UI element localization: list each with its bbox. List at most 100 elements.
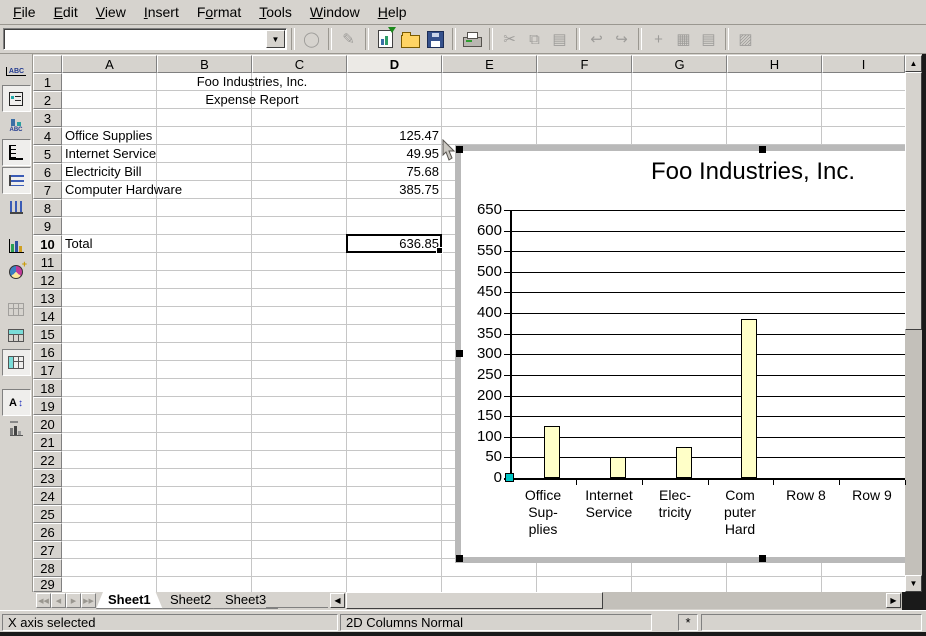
row-header-4[interactable]: 4 xyxy=(33,127,62,145)
x-axis-category-label[interactable]: InternetService xyxy=(576,487,642,521)
column-header-A[interactable]: A xyxy=(62,55,157,73)
cell-A6[interactable]: Electricity Bill xyxy=(62,163,157,181)
chart-x-axis[interactable] xyxy=(504,478,905,480)
x-axis-selection-handle[interactable] xyxy=(505,473,514,482)
first-sheet-button[interactable]: ◀◀ xyxy=(36,593,51,608)
prev-sheet-button[interactable]: ◀ xyxy=(51,593,66,608)
row-header-25[interactable]: 25 xyxy=(33,505,62,523)
chart-frame-bottom[interactable] xyxy=(455,557,905,563)
cell-A10[interactable]: Total xyxy=(62,235,157,253)
cell-D5[interactable]: 49.95 xyxy=(347,145,442,163)
x-axis-category-label[interactable]: Row 8 xyxy=(773,487,839,504)
vertical-scrollbar[interactable]: ▲ ▼ xyxy=(905,55,922,592)
open-icon[interactable] xyxy=(398,27,423,51)
row-header-12[interactable]: 12 xyxy=(33,271,62,289)
horizontal-scrollbar[interactable] xyxy=(346,592,919,609)
row-header-13[interactable]: 13 xyxy=(33,289,62,307)
column-header-B[interactable]: B xyxy=(157,55,252,73)
chart-frame-top[interactable] xyxy=(455,145,905,151)
data-in-columns-icon[interactable] xyxy=(2,349,31,376)
menu-item-file[interactable]: File xyxy=(4,2,45,22)
chart-handle-left-middle[interactable] xyxy=(456,350,463,357)
column-header-I[interactable]: I xyxy=(822,55,905,73)
cell-D7[interactable]: 385.75 xyxy=(347,181,442,199)
row-header-3[interactable]: 3 xyxy=(33,109,62,127)
sheet-tab-sheet1[interactable]: Sheet1 xyxy=(96,592,163,609)
data-in-rows-icon[interactable] xyxy=(3,323,30,348)
row-header-2[interactable]: 2 xyxy=(33,91,62,109)
horizontal-grid-icon[interactable] xyxy=(2,167,31,194)
column-header-D[interactable]: D xyxy=(347,55,442,73)
vertical-scrollbar-thumb[interactable] xyxy=(905,72,922,330)
row-header-21[interactable]: 21 xyxy=(33,433,62,451)
row-header-8[interactable]: 8 xyxy=(33,199,62,217)
chart-handle-bottom-left[interactable] xyxy=(456,555,463,562)
menu-item-insert[interactable]: Insert xyxy=(135,2,188,22)
menu-item-view[interactable]: View xyxy=(87,2,135,22)
bar-computer-hard[interactable] xyxy=(741,319,757,478)
menu-item-tools[interactable]: Tools xyxy=(250,2,301,22)
row-header-6[interactable]: 6 xyxy=(33,163,62,181)
axes-title-icon[interactable]: ABC xyxy=(3,113,30,138)
row-header-5[interactable]: 5 xyxy=(33,145,62,163)
print-icon[interactable] xyxy=(460,27,485,51)
row-header-17[interactable]: 17 xyxy=(33,361,62,379)
cell-D6[interactable]: 75.68 xyxy=(347,163,442,181)
scroll-up-button[interactable]: ▲ xyxy=(905,55,922,72)
row-header-23[interactable]: 23 xyxy=(33,469,62,487)
chart-handle-top-middle[interactable] xyxy=(759,146,766,153)
row-header-27[interactable]: 27 xyxy=(33,541,62,559)
cell-A7[interactable]: Computer Hardware xyxy=(62,181,157,199)
row-header-16[interactable]: 16 xyxy=(33,343,62,361)
vertical-grid-icon[interactable] xyxy=(3,195,30,220)
x-axis-category-label[interactable]: Elec-tricity xyxy=(642,487,708,521)
row-header-29[interactable]: 29 xyxy=(33,577,62,592)
x-axis-category-label[interactable]: OfficeSup-plies xyxy=(510,487,576,538)
chart-type-icon[interactable] xyxy=(3,233,30,258)
chart-title[interactable]: Foo Industries, Inc. xyxy=(603,158,903,186)
row-header-26[interactable]: 26 xyxy=(33,523,62,541)
chart-handle-bottom-middle[interactable] xyxy=(759,555,766,562)
reorganize-chart-icon[interactable] xyxy=(3,417,30,442)
name-box[interactable]: ▼ xyxy=(3,28,287,50)
autoformat-chart-icon[interactable] xyxy=(3,259,30,284)
cell-A5[interactable]: Internet Service xyxy=(62,145,157,163)
row-header-19[interactable]: 19 xyxy=(33,397,62,415)
hscroll-left-button[interactable]: ◀ xyxy=(330,593,345,608)
menu-item-edit[interactable]: Edit xyxy=(45,2,87,22)
row-header-28[interactable]: 28 xyxy=(33,559,62,577)
row-header-22[interactable]: 22 xyxy=(33,451,62,469)
bar-internet-service[interactable] xyxy=(610,457,626,478)
cell-B1[interactable]: Foo Industries, Inc. xyxy=(157,73,347,91)
column-header-G[interactable]: G xyxy=(632,55,727,73)
x-axis-category-label[interactable]: Row 9 xyxy=(839,487,905,504)
last-sheet-button[interactable]: ▶▶ xyxy=(81,593,96,608)
column-header-F[interactable]: F xyxy=(537,55,632,73)
sheet-tab-sheet2[interactable]: Sheet2 xyxy=(158,592,223,609)
titles-on-off-icon[interactable]: ABC xyxy=(3,59,30,84)
cell-D4[interactable]: 125.47 xyxy=(347,127,442,145)
save-icon[interactable] xyxy=(423,27,448,51)
chart-handle-top-left[interactable] xyxy=(456,146,463,153)
row-header-14[interactable]: 14 xyxy=(33,307,62,325)
row-header-15[interactable]: 15 xyxy=(33,325,62,343)
name-box-input[interactable] xyxy=(7,30,269,48)
x-axis-category-label[interactable]: ComputerHard xyxy=(707,487,773,538)
menu-item-format[interactable]: Format xyxy=(188,2,250,22)
select-all-corner[interactable] xyxy=(33,55,62,73)
horizontal-scrollbar-thumb[interactable] xyxy=(346,592,603,609)
row-header-10[interactable]: 10 xyxy=(33,235,62,253)
bar-electricity[interactable] xyxy=(676,447,692,478)
axes-on-off-icon[interactable] xyxy=(2,139,31,166)
column-header-H[interactable]: H xyxy=(727,55,822,73)
cell-B2[interactable]: Expense Report xyxy=(157,91,347,109)
scroll-down-button[interactable]: ▼ xyxy=(905,575,922,592)
fill-handle[interactable] xyxy=(436,247,443,254)
row-header-11[interactable]: 11 xyxy=(33,253,62,271)
hscroll-right-button[interactable]: ▶ xyxy=(886,593,901,608)
scale-text-icon[interactable]: A xyxy=(2,389,31,416)
row-header-1[interactable]: 1 xyxy=(33,73,62,91)
row-header-9[interactable]: 9 xyxy=(33,217,62,235)
menu-item-help[interactable]: Help xyxy=(369,2,416,22)
next-sheet-button[interactable]: ▶ xyxy=(66,593,81,608)
